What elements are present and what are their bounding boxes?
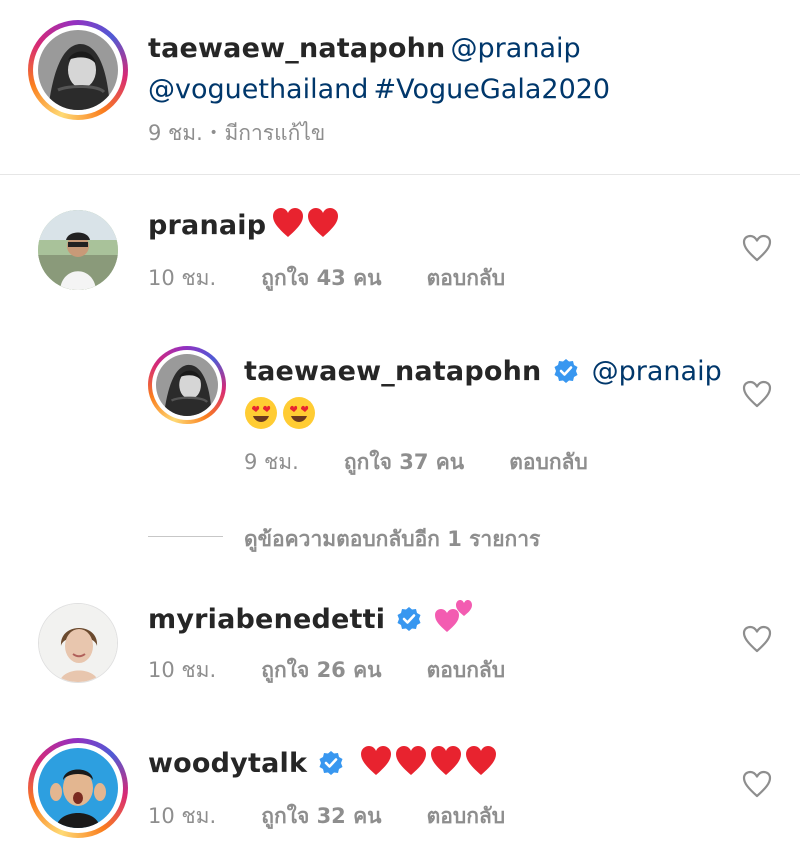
avatar-myriabenedetti[interactable] <box>38 603 118 683</box>
reply-text: taewaew_natapohn @pranaip <box>244 352 724 440</box>
reply-time: 9 ชม. <box>244 450 299 474</box>
like-heart-icon[interactable] <box>742 770 772 798</box>
avatar-woodytalk[interactable] <box>28 738 128 838</box>
comment-myriabenedetti-text: myriabenedetti <box>148 598 475 643</box>
reply-button[interactable]: ตอบกลับ <box>509 450 588 474</box>
profile-photo <box>39 604 117 682</box>
comment-pranaip-meta: 10 ชม. ถูกใจ 43 คน ตอบกลับ <box>148 262 505 295</box>
caption-mention-voguethailand[interactable]: @voguethailand <box>148 74 368 105</box>
comment-emoji <box>359 746 499 776</box>
profile-photo-bw <box>156 354 218 416</box>
comment-emoji <box>271 208 341 238</box>
avatar-pranaip[interactable] <box>38 210 118 290</box>
view-replies-line <box>148 536 223 537</box>
heart-eyes-emoji-icon <box>245 397 315 429</box>
profile-photo <box>38 210 118 290</box>
comment-time: 10 ชม. <box>148 266 217 290</box>
profile-photo <box>38 748 118 828</box>
verified-badge-icon <box>319 751 343 775</box>
reply-button[interactable]: ตอบกลับ <box>427 658 506 682</box>
caption-avatar[interactable] <box>28 20 128 120</box>
comment-likes[interactable]: ถูกใจ 32 คน <box>261 804 381 828</box>
caption-edited: มีการแก้ไข <box>224 121 326 145</box>
caption-divider <box>0 174 800 175</box>
reply-button[interactable]: ตอบกลับ <box>427 266 506 290</box>
caption-text: taewaew_natapohn @pranaip @voguethailand… <box>148 30 768 112</box>
comment-likes[interactable]: ถูกใจ 43 คน <box>261 266 381 290</box>
comment-username[interactable]: woodytalk <box>148 748 307 779</box>
comment-woodytalk-text: woodytalk <box>148 744 499 787</box>
caption-meta: 9 ชม. • มีการแก้ไข <box>148 117 325 150</box>
red-hearts-icon <box>273 208 339 237</box>
reply-username[interactable]: taewaew_natapohn <box>244 356 541 387</box>
caption-mention-pranaip[interactable]: @pranaip <box>451 33 581 64</box>
verified-badge-icon <box>554 359 578 383</box>
reply-button[interactable]: ตอบกลับ <box>427 804 506 828</box>
comment-username[interactable]: myriabenedetti <box>148 604 385 635</box>
like-heart-icon[interactable] <box>742 380 772 408</box>
verified-badge-icon <box>397 607 421 631</box>
red-hearts-icon <box>361 746 497 775</box>
two-hearts-icon <box>435 600 473 632</box>
reply-likes[interactable]: ถูกใจ 37 คน <box>344 450 464 474</box>
comment-username[interactable]: pranaip <box>148 210 266 241</box>
comment-myriabenedetti-meta: 10 ชม. ถูกใจ 26 คน ตอบกลับ <box>148 654 505 687</box>
reply-mention[interactable]: @pranaip <box>592 356 722 387</box>
view-more-replies-button[interactable]: ดูข้อความตอบกลับอีก 1 รายการ <box>244 523 540 556</box>
reply-emoji <box>244 397 324 429</box>
like-heart-icon[interactable] <box>742 234 772 262</box>
like-heart-icon[interactable] <box>742 625 772 653</box>
comment-woodytalk-meta: 10 ชม. ถูกใจ 32 คน ตอบกลับ <box>148 800 505 833</box>
comment-time: 10 ชม. <box>148 658 217 682</box>
caption-username[interactable]: taewaew_natapohn <box>148 33 445 64</box>
caption-time: 9 ชม. <box>148 121 203 145</box>
comment-time: 10 ชม. <box>148 804 217 828</box>
comment-pranaip-text: pranaip <box>148 206 341 249</box>
reply-avatar[interactable] <box>148 346 226 424</box>
caption-separator: • <box>209 125 218 141</box>
profile-photo-bw <box>38 30 118 110</box>
caption-hashtag[interactable]: #VogueGala2020 <box>374 74 611 105</box>
comment-likes[interactable]: ถูกใจ 26 คน <box>261 658 381 682</box>
reply-meta: 9 ชม. ถูกใจ 37 คน ตอบกลับ <box>244 446 588 479</box>
